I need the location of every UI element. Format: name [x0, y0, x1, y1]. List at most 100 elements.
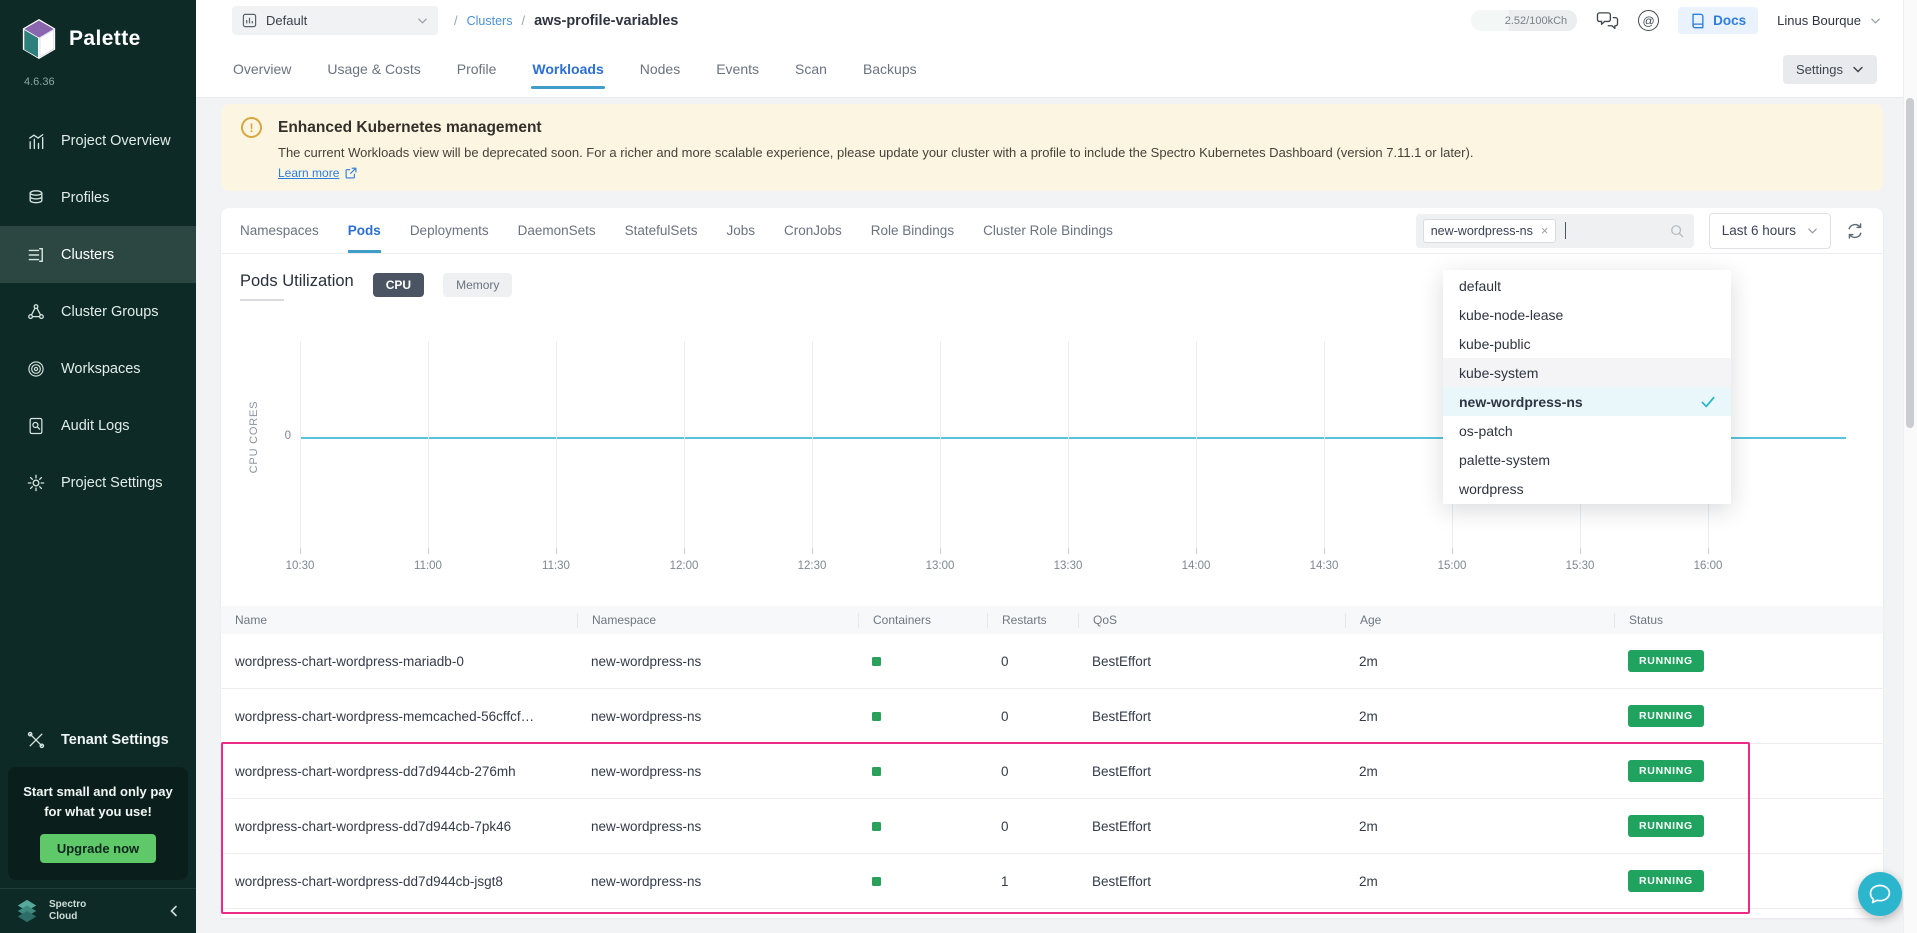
tab-profile[interactable]: Profile: [456, 56, 498, 82]
main-area: Default / Clusters / aws-profile-variabl…: [196, 0, 1917, 933]
subtab-jobs[interactable]: Jobs: [726, 208, 755, 253]
sidebar-item-project-settings[interactable]: Project Settings: [0, 454, 196, 511]
dropdown-item-label: kube-public: [1459, 336, 1531, 352]
filters: new-wordpress-ns × Last 6 hours: [1416, 213, 1864, 249]
subtab-pods[interactable]: Pods: [348, 208, 381, 253]
tab-overview[interactable]: Overview: [232, 56, 292, 82]
learn-more-link[interactable]: Learn more: [278, 166, 357, 180]
profiles-icon: [26, 188, 46, 208]
sidebar-item-profiles[interactable]: Profiles: [0, 169, 196, 226]
x-tick-label: 12:00: [670, 560, 699, 572]
user-menu[interactable]: Linus Bourque: [1777, 13, 1881, 28]
pod-namespace: new-wordpress-ns: [577, 654, 858, 669]
x-tick-label: 11:00: [414, 560, 442, 572]
x-axis-tick: [1324, 548, 1325, 554]
workload-subtabs: Namespaces Pods Deployments DaemonSets State…: [240, 208, 1113, 253]
cpu-toggle[interactable]: CPU: [373, 273, 424, 297]
breadcrumb-link-clusters[interactable]: Clusters: [467, 14, 513, 28]
table-row[interactable]: wordpress-chart-wordpress-memcached-56cf…: [221, 689, 1883, 744]
tab-workloads[interactable]: Workloads: [531, 56, 604, 82]
column-header-age: Age: [1345, 613, 1614, 628]
support-button[interactable]: @: [1638, 10, 1659, 31]
table-row[interactable]: wordpress-chart-wordpress-dd7d944cb-7pk4…: [221, 799, 1883, 854]
upgrade-now-button[interactable]: Upgrade now: [40, 834, 156, 863]
scrollbar[interactable]: [1903, 0, 1917, 933]
project-selector[interactable]: Default: [232, 6, 438, 35]
chart-gridline: [812, 341, 813, 548]
dropdown-item-default[interactable]: default: [1443, 271, 1731, 300]
subtab-cronjobs[interactable]: CronJobs: [784, 208, 842, 253]
x-axis-tick: [940, 548, 941, 554]
tab-backups[interactable]: Backups: [862, 56, 918, 82]
dropdown-item-kube-node-lease[interactable]: kube-node-lease: [1443, 300, 1731, 329]
table-row[interactable]: wordpress-chart-wordpress-dd7d944cb-276m…: [221, 744, 1883, 799]
sidebar-item-audit-logs[interactable]: Audit Logs: [0, 397, 196, 454]
help-icon: @: [1643, 14, 1655, 28]
dropdown-item-kube-system[interactable]: kube-system: [1443, 358, 1731, 387]
dropdown-item-label: os-patch: [1459, 423, 1513, 439]
status-badge: RUNNING: [1628, 760, 1704, 782]
settings-button[interactable]: Settings: [1783, 55, 1877, 84]
docs-button[interactable]: Docs: [1678, 7, 1758, 34]
user-name: Linus Bourque: [1777, 13, 1861, 28]
sidebar-item-clusters[interactable]: Clusters: [0, 226, 196, 283]
subtab-role-bindings[interactable]: Role Bindings: [871, 208, 954, 253]
x-tick-label: 13:00: [926, 560, 955, 572]
pod-name: wordpress-chart-wordpress-dd7d944cb-276m…: [221, 764, 577, 779]
refresh-button[interactable]: [1846, 222, 1864, 240]
palette-logo-icon: [20, 18, 58, 60]
chart-gridline: [1196, 341, 1197, 548]
memory-toggle[interactable]: Memory: [443, 273, 512, 297]
breadcrumb-separator: /: [521, 13, 525, 28]
tab-scan[interactable]: Scan: [794, 56, 828, 82]
sidebar-item-cluster-groups[interactable]: Cluster Groups: [0, 283, 196, 340]
chart-gridline: [300, 341, 301, 548]
x-tick-label: 15:30: [1566, 560, 1595, 572]
table-row[interactable]: wordpress-chart-wordpress-dd7d944cb-jsgt…: [221, 854, 1883, 909]
dropdown-item-kube-public[interactable]: kube-public: [1443, 329, 1731, 358]
subtab-cluster-role-bindings[interactable]: Cluster Role Bindings: [983, 208, 1113, 253]
content: ! Enhanced Kubernetes management The cur…: [196, 97, 1917, 918]
sidebar-item-label: Project Settings: [61, 475, 163, 491]
collapse-sidebar-button[interactable]: [168, 905, 180, 917]
pod-qos: BestEffort: [1078, 819, 1345, 834]
sidebar-spacer: [0, 511, 196, 717]
dropdown-item-os-patch[interactable]: os-patch: [1443, 416, 1731, 445]
pod-age: 2m: [1345, 874, 1614, 889]
tab-events[interactable]: Events: [715, 56, 760, 82]
dropdown-item-palette-system[interactable]: palette-system: [1443, 445, 1731, 474]
dropdown-item-label: wordpress: [1459, 481, 1524, 497]
namespace-filter-input[interactable]: new-wordpress-ns ×: [1416, 214, 1694, 248]
sidebar-nav: Project Overview ProfilesClustersCluster …: [0, 112, 196, 511]
breadcrumb-current: aws-profile-variables: [534, 13, 678, 29]
time-range-select[interactable]: Last 6 hours: [1709, 213, 1831, 249]
y-axis-zero-label: 0: [271, 430, 291, 442]
topbar: Default / Clusters / aws-profile-variabl…: [196, 0, 1917, 41]
remove-tag-button[interactable]: ×: [1541, 224, 1549, 237]
table-header: NameNamespaceContainersRestartsQoSAgeSta…: [221, 606, 1883, 634]
pod-age: 2m: [1345, 709, 1614, 724]
feedback-button[interactable]: [1596, 10, 1619, 31]
tab-nodes[interactable]: Nodes: [639, 56, 681, 82]
sidebar-item-label: Audit Logs: [61, 418, 130, 434]
chat-fab[interactable]: [1858, 872, 1902, 916]
dropdown-item-wordpress[interactable]: wordpress: [1443, 474, 1731, 503]
subtab-deployments[interactable]: Deployments: [410, 208, 489, 253]
sidebar-item-project-overview[interactable]: Project Overview: [0, 112, 196, 169]
footer-brand: Spectro Cloud: [49, 899, 86, 923]
chat-bubble-icon: [1868, 883, 1892, 905]
column-header-qos: QoS: [1078, 613, 1345, 628]
scrollbar-thumb[interactable]: [1906, 98, 1914, 428]
sidebar-item-label: Project Overview: [61, 133, 171, 149]
sidebar-item-tenant-settings[interactable]: Tenant Settings: [0, 717, 196, 763]
chart-gridline: [428, 341, 429, 548]
dropdown-item-new-wordpress-ns[interactable]: new-wordpress-ns: [1443, 387, 1731, 416]
subtab-statefulsets[interactable]: StatefulSets: [625, 208, 698, 253]
subtab-namespaces[interactable]: Namespaces: [240, 208, 319, 253]
subtab-daemonsets[interactable]: DaemonSets: [518, 208, 596, 253]
sidebar-item-workspaces[interactable]: Workspaces: [0, 340, 196, 397]
tab-usage-costs[interactable]: Usage & Costs: [326, 56, 421, 82]
x-axis-tick: [1452, 548, 1453, 554]
table-row[interactable]: wordpress-chart-wordpress-mariadb-0new-w…: [221, 634, 1883, 689]
spectro-cloud-logo-icon: [14, 899, 40, 923]
